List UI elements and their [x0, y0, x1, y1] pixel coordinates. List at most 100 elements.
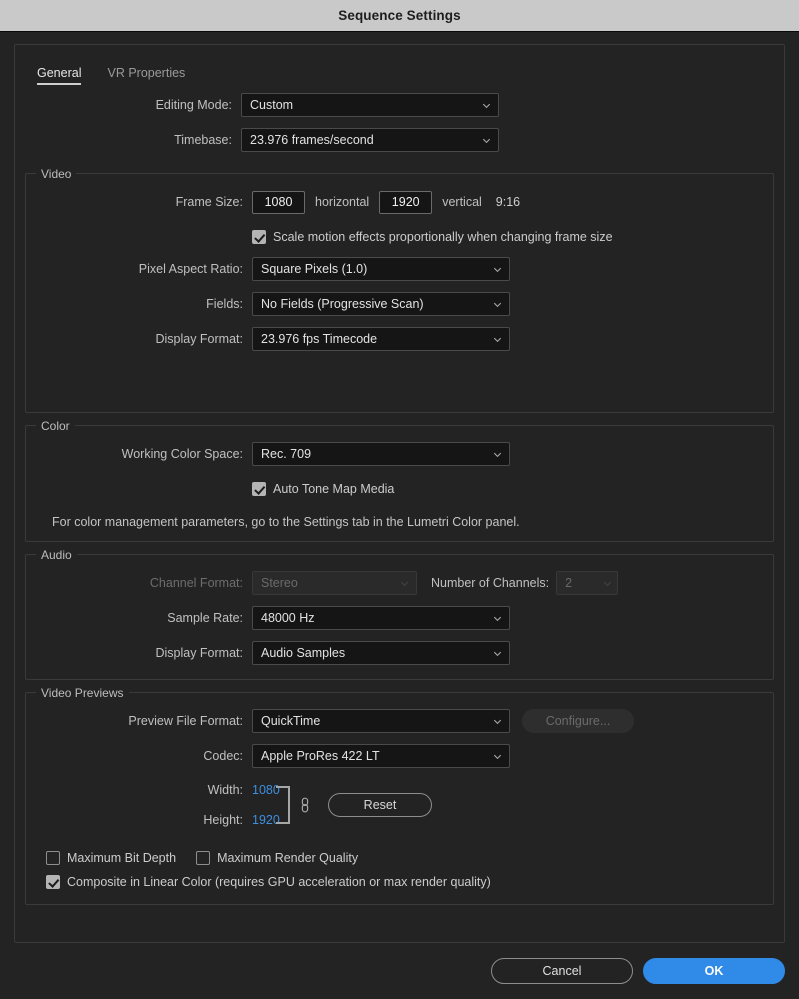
cancel-button[interactable]: Cancel	[491, 958, 633, 984]
dialog-content: General VR Properties Editing Mode: Cust…	[0, 32, 799, 943]
reset-button[interactable]: Reset	[328, 792, 432, 817]
chevron-down-icon	[604, 581, 612, 586]
number-of-channels-select: 2	[556, 571, 619, 595]
configure-button: Configure...	[522, 709, 634, 733]
ok-button-label: OK	[704, 964, 724, 978]
link-bracket-icon	[276, 785, 290, 824]
number-of-channels-value: 2	[565, 576, 573, 590]
frame-size-row: Frame Size: 1080 horizontal 1920 vertica…	[36, 188, 763, 216]
checkbox-checked-icon	[252, 482, 266, 496]
maximum-bit-depth-row: Maximum Bit Depth Maximum Render Quality	[46, 846, 763, 870]
scale-motion-row: Scale motion effects proportionally when…	[36, 223, 763, 251]
video-group: Video Frame Size: 1080 horizontal 1920 v…	[25, 167, 774, 413]
preview-height-label: Height:	[203, 812, 243, 827]
working-color-space-row: Working Color Space: Rec. 709	[36, 440, 763, 468]
tab-bar: General VR Properties	[37, 59, 774, 85]
composite-linear-color-label: Composite in Linear Color (requires GPU …	[67, 875, 491, 889]
working-color-space-label: Working Color Space:	[121, 447, 243, 461]
scale-motion-checkbox[interactable]: Scale motion effects proportionally when…	[252, 226, 613, 248]
preview-file-format-row: Preview File Format: QuickTime Configure…	[36, 707, 763, 735]
aspect-link-control[interactable]: Reset	[276, 785, 432, 824]
tab-vr-properties-label: VR Properties	[107, 66, 186, 80]
codec-value: Apple ProRes 422 LT	[261, 749, 380, 763]
audio-display-format-value: Audio Samples	[261, 646, 346, 660]
video-display-format-row: Display Format: 23.976 fps Timecode	[36, 325, 763, 353]
tab-general-label: General	[37, 66, 82, 80]
chevron-down-icon	[493, 302, 502, 307]
sample-rate-value: 48000 Hz	[261, 611, 315, 625]
pixel-aspect-label: Pixel Aspect Ratio:	[138, 262, 243, 276]
fields-select[interactable]: No Fields (Progressive Scan)	[252, 292, 510, 316]
video-display-format-select[interactable]: 23.976 fps Timecode	[252, 327, 510, 351]
auto-tone-map-checkbox[interactable]: Auto Tone Map Media	[252, 478, 394, 500]
ok-button[interactable]: OK	[643, 958, 785, 984]
video-previews-group-title: Video Previews	[36, 686, 129, 700]
preview-dimensions-fields: Width: 1080 Height: 1920	[36, 777, 279, 832]
audio-display-format-label: Display Format:	[155, 646, 243, 660]
composite-linear-color-row: Composite in Linear Color (requires GPU …	[46, 870, 763, 894]
preview-file-format-label: Preview File Format:	[128, 714, 243, 728]
dialog-footer: Cancel OK	[0, 943, 799, 999]
editing-mode-row: Editing Mode: Custom	[25, 91, 774, 119]
preview-width-label: Width:	[207, 782, 243, 797]
chevron-down-icon	[493, 452, 502, 457]
channel-format-value: Stereo	[261, 576, 298, 590]
number-of-channels-label: Number of Channels:	[431, 576, 550, 590]
video-group-title: Video	[36, 167, 77, 181]
pixel-aspect-value: Square Pixels (1.0)	[261, 262, 368, 276]
fields-row: Fields: No Fields (Progressive Scan)	[36, 290, 763, 318]
dialog-title: Sequence Settings	[338, 8, 461, 23]
sequence-settings-dialog: Sequence Settings General VR Properties …	[0, 0, 799, 999]
checkbox-checked-icon	[252, 230, 266, 244]
frame-width-value: 1080	[264, 195, 293, 209]
chevron-down-icon	[493, 267, 502, 272]
frame-size-label: Frame Size:	[175, 195, 243, 209]
tab-vr-properties[interactable]: VR Properties	[107, 66, 185, 85]
editing-mode-value: Custom	[250, 98, 294, 112]
cancel-button-label: Cancel	[542, 964, 582, 978]
configure-button-label: Configure...	[545, 714, 611, 728]
editing-mode-select[interactable]: Custom	[241, 93, 499, 117]
color-group: Color Working Color Space: Rec. 709 Auto…	[25, 419, 774, 542]
composite-linear-color-checkbox[interactable]	[46, 875, 60, 889]
frame-height-value: 1920	[391, 195, 420, 209]
chevron-down-icon	[493, 616, 502, 621]
chevron-down-icon	[400, 581, 409, 586]
video-previews-group: Video Previews Preview File Format: Quic…	[25, 686, 774, 905]
frame-height-input[interactable]: 1920	[379, 190, 433, 214]
codec-select[interactable]: Apple ProRes 422 LT	[252, 744, 510, 768]
chevron-down-icon	[493, 719, 502, 724]
preview-file-format-value: QuickTime	[261, 714, 321, 728]
tab-general[interactable]: General	[37, 66, 82, 85]
fields-value: No Fields (Progressive Scan)	[261, 297, 424, 311]
pixel-aspect-row: Pixel Aspect Ratio: Square Pixels (1.0)	[36, 255, 763, 283]
timebase-select[interactable]: 23.976 frames/second	[241, 128, 499, 152]
working-color-space-value: Rec. 709	[261, 447, 312, 461]
audio-group: Audio Channel Format: Stereo Number of C…	[25, 548, 774, 680]
codec-label: Codec:	[203, 749, 243, 763]
sample-rate-label: Sample Rate:	[167, 611, 243, 625]
sample-rate-row: Sample Rate: 48000 Hz	[36, 604, 763, 632]
timebase-row: Timebase: 23.976 frames/second	[25, 126, 774, 154]
working-color-space-select[interactable]: Rec. 709	[252, 442, 510, 466]
audio-display-format-row: Display Format: Audio Samples	[36, 639, 763, 667]
frame-width-input[interactable]: 1080	[252, 190, 305, 214]
pixel-aspect-select[interactable]: Square Pixels (1.0)	[252, 257, 510, 281]
preview-file-format-select[interactable]: QuickTime	[252, 709, 510, 733]
audio-display-format-select[interactable]: Audio Samples	[252, 641, 510, 665]
sample-rate-select[interactable]: 48000 Hz	[252, 606, 510, 630]
color-management-note: For color management parameters, go to t…	[52, 515, 520, 529]
scale-motion-label: Scale motion effects proportionally when…	[273, 230, 613, 244]
dialog-titlebar: Sequence Settings	[0, 0, 799, 32]
render-options: Maximum Bit Depth Maximum Render Quality…	[46, 846, 763, 894]
channel-format-select: Stereo	[252, 571, 417, 595]
maximum-render-quality-checkbox[interactable]	[196, 851, 211, 865]
maximum-bit-depth-checkbox[interactable]	[46, 851, 60, 865]
chevron-down-icon	[493, 754, 502, 759]
chevron-down-icon	[493, 651, 502, 656]
settings-panel: General VR Properties Editing Mode: Cust…	[14, 44, 785, 943]
reset-button-label: Reset	[363, 797, 397, 812]
horizontal-label: horizontal	[315, 195, 370, 209]
preview-height-row: Height: 1920	[36, 807, 279, 832]
video-display-format-label: Display Format:	[155, 332, 243, 346]
